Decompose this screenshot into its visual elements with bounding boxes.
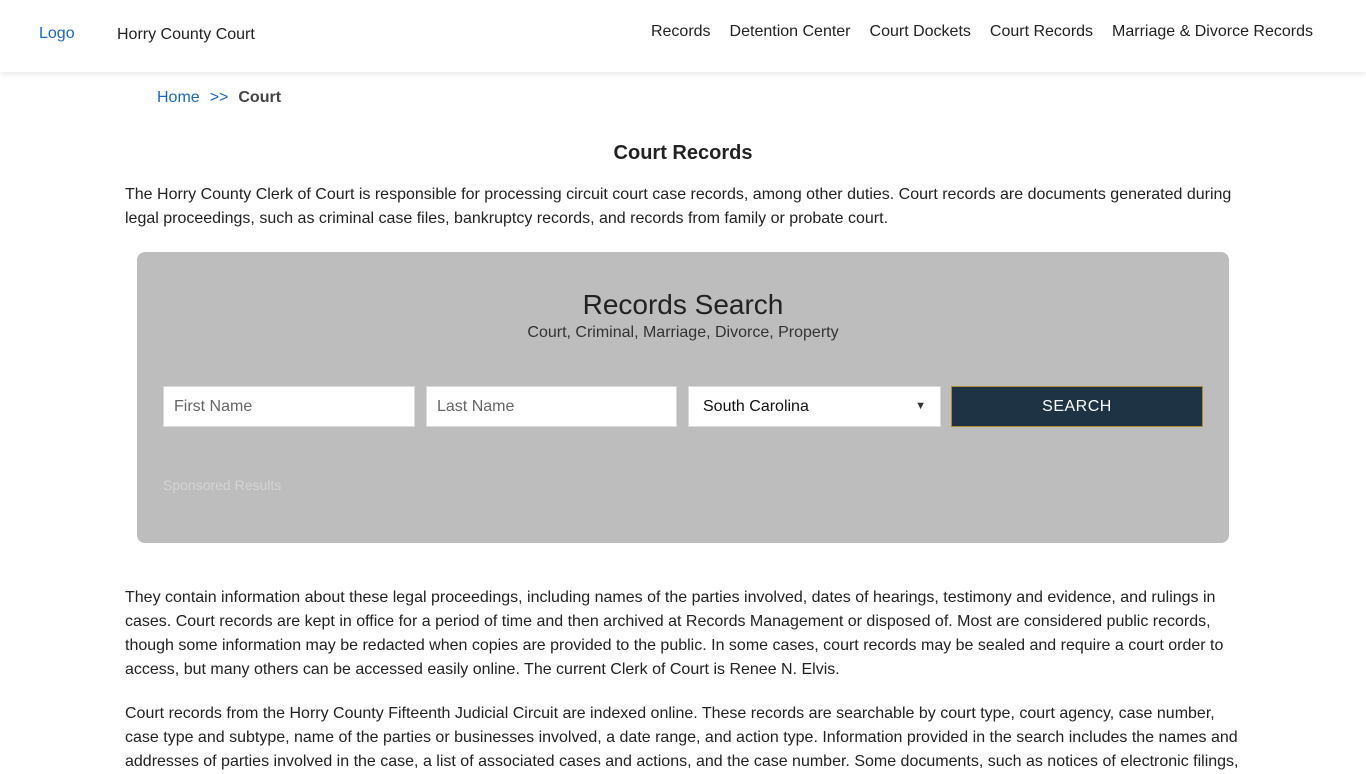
- search-subtitle: Court, Criminal, Marriage, Divorce, Prop…: [527, 324, 839, 341]
- nav-court-dockets[interactable]: Court Dockets: [870, 23, 971, 41]
- records-search-panel: Records Search Court, Criminal, Marriage…: [137, 252, 1229, 543]
- site-header: Logo Horry County Court Records Detentio…: [0, 0, 1366, 72]
- page-title: Court Records: [613, 142, 753, 164]
- logo-link[interactable]: Logo: [39, 25, 75, 43]
- breadcrumb-current: Court: [238, 89, 282, 106]
- nav-court-records[interactable]: Court Records: [990, 23, 1093, 41]
- first-name-input[interactable]: First Name: [163, 386, 415, 427]
- state-select-value: South Carolina: [703, 398, 809, 415]
- breadcrumb-separator: >>: [209, 89, 229, 106]
- body-paragraph: They contain information about these leg…: [125, 589, 1224, 678]
- chevron-down-icon: ▼: [915, 400, 926, 412]
- main-nav: Records Detention Center Court Dockets C…: [632, 23, 1313, 41]
- sponsored-results-label: Sponsored Results: [163, 477, 282, 493]
- logo-alt-text: Logo: [39, 25, 75, 42]
- nav-detention-center[interactable]: Detention Center: [730, 23, 851, 41]
- nav-marriage-divorce-records[interactable]: Marriage & Divorce Records: [1112, 23, 1313, 41]
- breadcrumb: Home >> Court: [157, 89, 281, 107]
- site-name[interactable]: Horry County Court: [117, 26, 255, 44]
- search-button[interactable]: SEARCH: [951, 386, 1203, 427]
- search-title: Records Search: [582, 289, 784, 320]
- last-name-input[interactable]: Last Name: [426, 386, 677, 427]
- body-paragraph: Court records from the Horry County Fift…: [125, 705, 1239, 770]
- state-select[interactable]: South Carolina ▼: [688, 386, 941, 427]
- nav-records[interactable]: Records: [651, 23, 711, 41]
- intro-paragraph: The Horry County Clerk of Court is respo…: [125, 186, 1232, 227]
- breadcrumb-home-link[interactable]: Home: [157, 89, 200, 107]
